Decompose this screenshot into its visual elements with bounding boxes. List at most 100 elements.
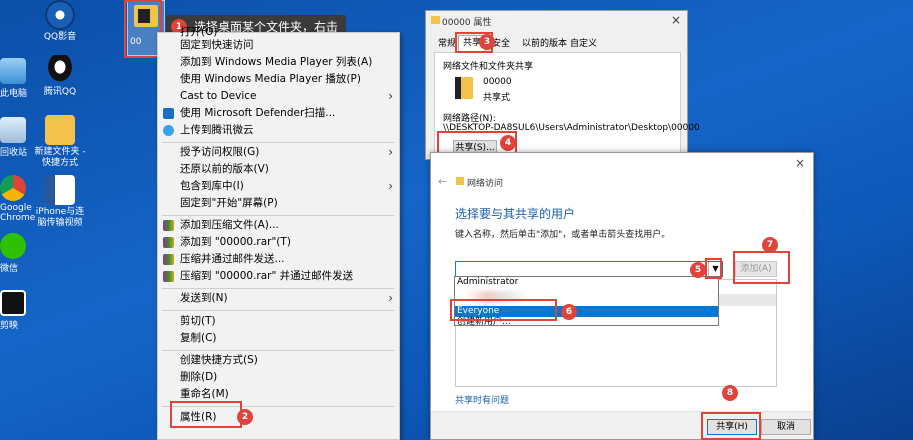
menu-item-label: Cast to Device: [180, 90, 257, 102]
menu-item-restore-versions[interactable]: 还原以前的版本(V): [158, 161, 399, 178]
menu-item-compress-email[interactable]: 压缩并通过邮件发送...: [158, 251, 399, 268]
menu-separator: [162, 350, 394, 351]
shared-folder-icon: [455, 77, 473, 99]
step-badge-4: 4: [500, 135, 516, 151]
menu-item-defender-scan[interactable]: 使用 Microsoft Defender扫描...: [158, 105, 399, 122]
desktop-icon-label: 新建文件夹 - 快捷方式: [34, 147, 86, 168]
chevron-right-icon: ›: [388, 89, 393, 103]
menu-separator: [162, 215, 394, 216]
step-badge-2: 2: [237, 409, 253, 425]
desktop-icon-label: QQ影音: [43, 32, 77, 42]
menu-item-label: 创建快捷方式(S): [180, 354, 258, 366]
menu-item-add-wmp-list[interactable]: 添加到 Windows Media Player 列表(A): [158, 54, 399, 71]
close-button[interactable]: ×: [671, 13, 681, 27]
desktop-icon-qqplayer[interactable]: QQ影音: [30, 0, 90, 43]
menu-item-label: 包含到库中(I): [180, 180, 244, 192]
folder-state: 共享式: [483, 93, 511, 103]
desktop-icon-this-pc[interactable]: 此电脑: [0, 58, 32, 99]
desktop-icon-label: 此电脑: [0, 89, 28, 99]
dialog-heading: 选择要与其共享的用户: [455, 207, 576, 221]
folder-icon: [431, 16, 440, 24]
step-badge-7: 7: [762, 237, 778, 253]
desktop-icon-capcut[interactable]: 剪映: [0, 290, 32, 331]
capcut-icon: [0, 290, 26, 316]
close-button[interactable]: ×: [795, 156, 805, 170]
help-link[interactable]: 共享时有问题: [455, 393, 509, 406]
computer-icon: [0, 58, 26, 84]
menu-item-label: 使用 Windows Media Player 播放(P): [180, 73, 361, 85]
menu-item-pin-start[interactable]: 固定到"开始"屏幕(P): [158, 195, 399, 212]
winrar-icon: [163, 254, 174, 265]
winrar-icon: [163, 220, 174, 231]
back-arrow-icon[interactable]: ←: [438, 175, 447, 188]
menu-item-label: 添加到 "00000.rar"(T): [180, 236, 291, 248]
menu-item-play-wmp[interactable]: 使用 Windows Media Player 播放(P): [158, 71, 399, 88]
desktop-icon-label: 回收站: [0, 148, 28, 158]
desktop-icon-label: 剪映: [0, 321, 19, 331]
shield-icon: [163, 108, 174, 119]
annotation-box-properties: [170, 401, 242, 428]
menu-item-label: 授予访问权限(G): [180, 146, 260, 158]
menu-item-create-shortcut[interactable]: 创建快捷方式(S): [158, 352, 399, 369]
menu-item-delete[interactable]: 删除(D): [158, 369, 399, 386]
wechat-icon: [0, 233, 26, 259]
menu-item-label: 删除(D): [180, 371, 218, 383]
desktop-icon-label: iPhone与连 脑传输视频: [35, 207, 85, 228]
menu-item-label: 压缩并通过邮件发送...: [180, 253, 285, 265]
menu-item-cast-to-device[interactable]: Cast to Device ›: [158, 88, 399, 105]
recycle-bin-icon: [0, 117, 26, 143]
menu-item-label: 添加到压缩文件(A)...: [180, 219, 279, 231]
desktop-icon-recycle-bin[interactable]: 回收站: [0, 117, 32, 158]
dialog-title: 网络访问: [467, 179, 504, 189]
menu-separator: [162, 288, 394, 289]
option-administrator[interactable]: Administrator: [455, 277, 718, 288]
winrar-icon: [163, 271, 174, 282]
menu-separator: [162, 142, 394, 143]
menu-item-label: 压缩到 "00000.rar" 并通过邮件发送: [180, 270, 354, 282]
section-label: 网络文件和文件夹共享: [443, 62, 534, 72]
menu-item-label: 固定到快速访问: [180, 39, 254, 51]
menu-item-label: 重命名(M): [180, 388, 229, 400]
folder-shortcut-icon: [45, 115, 75, 145]
desktop-icon-label: 腾讯QQ: [43, 87, 77, 97]
desktop-icon-chrome[interactable]: Google Chrome: [0, 175, 35, 223]
menu-item-label: 使用 Microsoft Defender扫描...: [180, 107, 336, 119]
menu-item-cut[interactable]: 剪切(T): [158, 313, 399, 330]
desktop-icon-iphone-transfer[interactable]: iPhone与连 脑传输视频: [30, 175, 90, 229]
menu-item-label: 固定到"开始"屏幕(P): [180, 197, 278, 209]
word-document-icon: [45, 175, 75, 205]
menu-item-label: 还原以前的版本(V): [180, 163, 269, 175]
menu-item-compress-rar-email[interactable]: 压缩到 "00000.rar" 并通过邮件发送: [158, 268, 399, 285]
folder-name: 00000: [483, 77, 512, 87]
qqplayer-icon: [45, 0, 75, 30]
desktop-icon-folder-shortcut[interactable]: 新建文件夹 - 快捷方式: [30, 115, 90, 169]
menu-item-add-archive[interactable]: 添加到压缩文件(A)...: [158, 217, 399, 234]
menu-item-add-to-rar[interactable]: 添加到 "00000.rar"(T): [158, 234, 399, 251]
step-badge-5: 5: [690, 262, 706, 278]
tab-previous-versions[interactable]: 以前的版本: [518, 37, 571, 52]
desktop-icon-qq[interactable]: 腾讯QQ: [30, 55, 90, 98]
properties-title: 00000 属性: [442, 18, 492, 28]
menu-item-copy[interactable]: 复制(C): [158, 330, 399, 347]
tab-customize[interactable]: 自定义: [566, 37, 601, 52]
cloud-icon: [163, 125, 174, 136]
menu-item-send-to[interactable]: 发送到(N) ›: [158, 290, 399, 307]
menu-item-pin-quick-access[interactable]: 固定到快速访问: [158, 37, 399, 54]
annotation-box-share-confirm: [701, 412, 761, 440]
step-badge-8: 8: [722, 385, 738, 401]
menu-item-upload-weiyun[interactable]: 上传到腾讯微云: [158, 122, 399, 139]
desktop-icon-wechat[interactable]: 微信: [0, 233, 32, 274]
desktop-icon-label: 微信: [0, 264, 19, 274]
menu-item-label: 上传到腾讯微云: [180, 124, 254, 136]
context-menu: 打开(O) 固定到快速访问 添加到 Windows Media Player 列…: [157, 26, 400, 440]
chevron-right-icon: ›: [388, 145, 393, 159]
step-badge-3: 3: [479, 34, 495, 50]
menu-item-label: 添加到 Windows Media Player 列表(A): [180, 56, 373, 68]
menu-item-include-library[interactable]: 包含到库中(I) ›: [158, 178, 399, 195]
user-combo-input[interactable]: ▼: [455, 261, 723, 277]
annotation-box-add-button: [733, 251, 790, 284]
cancel-button[interactable]: 取消: [761, 419, 811, 435]
menu-item-grant-access[interactable]: 授予访问权限(G) ›: [158, 144, 399, 161]
menu-item-label: 剪切(T): [180, 315, 216, 327]
menu-separator: [162, 310, 394, 311]
